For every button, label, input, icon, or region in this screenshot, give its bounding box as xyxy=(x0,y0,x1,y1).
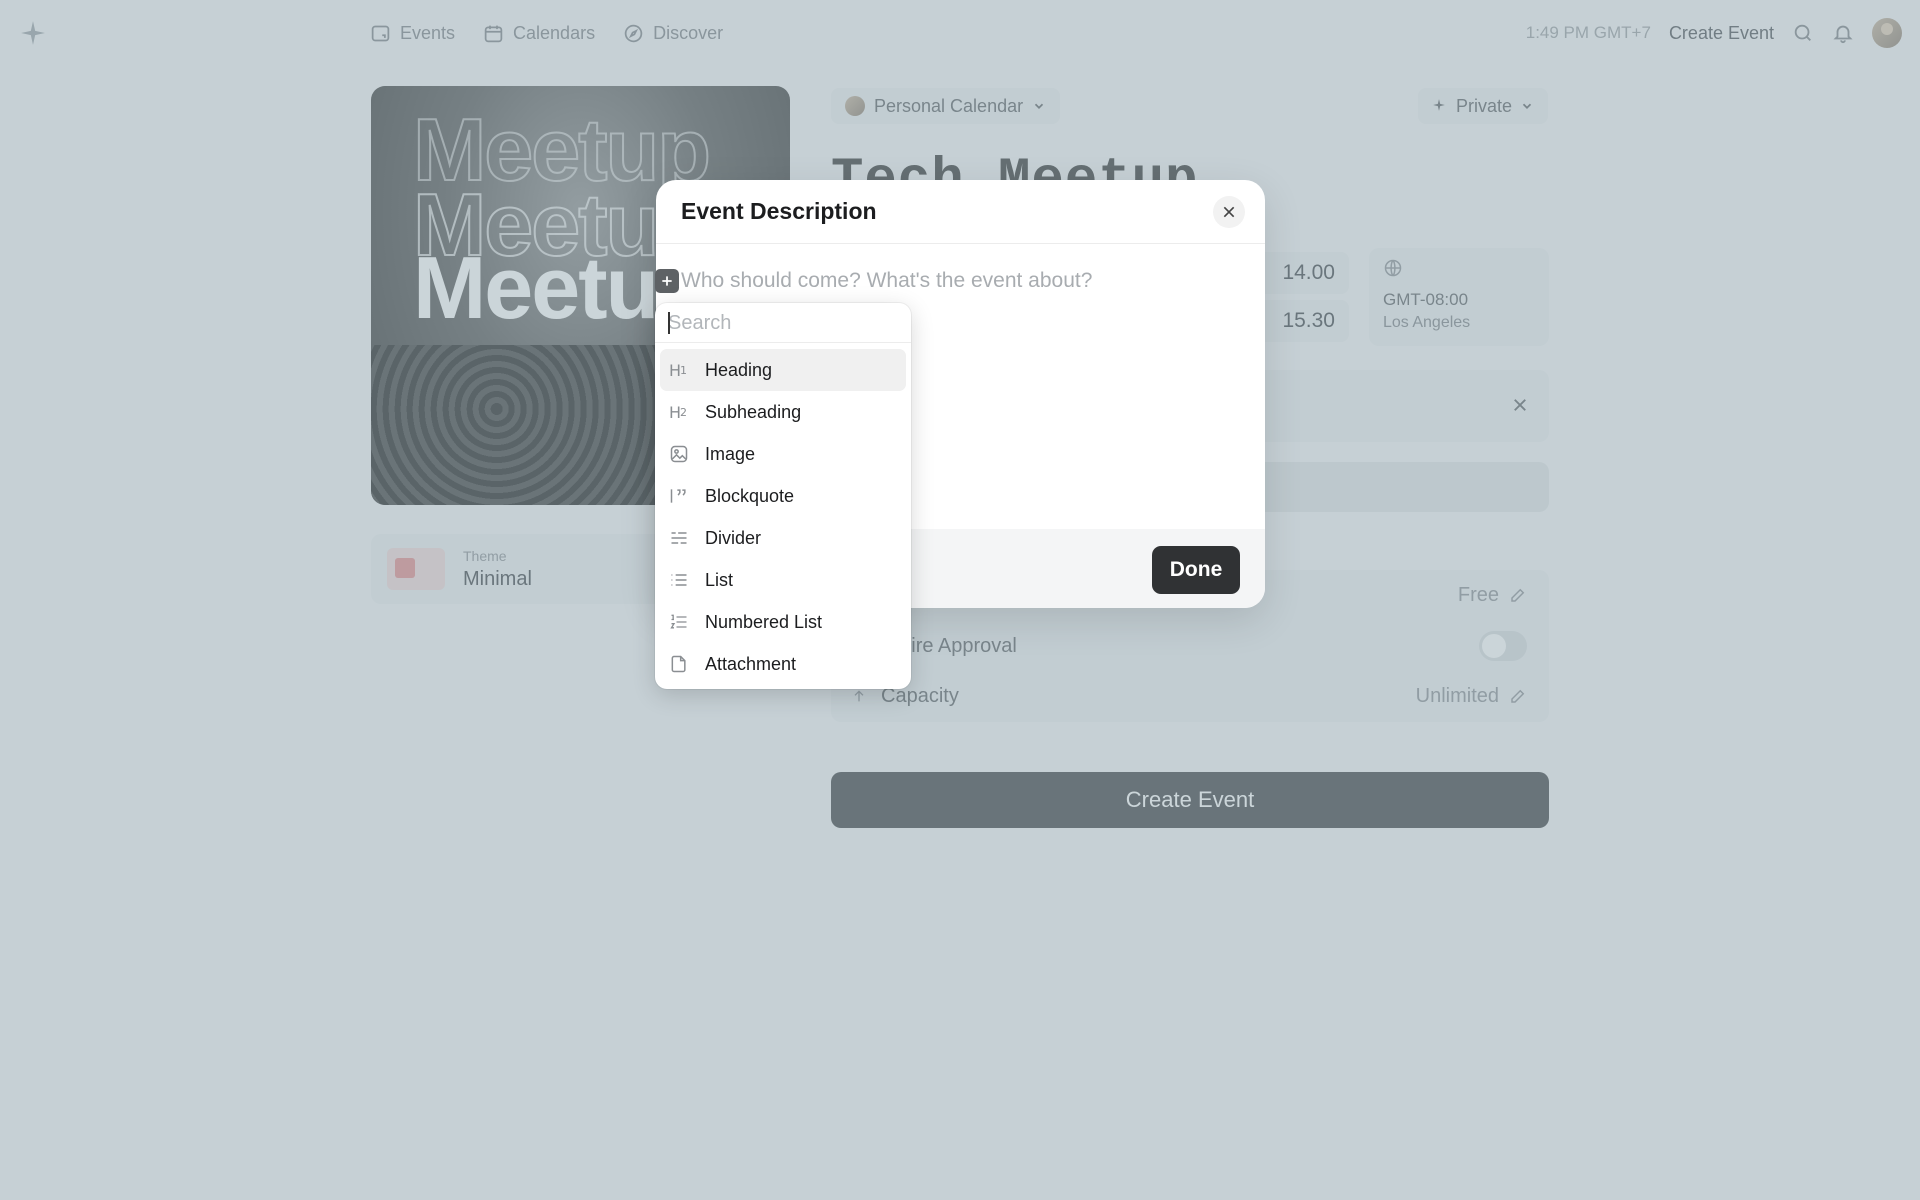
menu-item-attachment[interactable]: Attachment xyxy=(660,643,906,685)
menu-item-heading[interactable]: H1 Heading xyxy=(660,349,906,391)
menu-item-label: Image xyxy=(705,443,756,464)
text-caret xyxy=(668,312,670,334)
image-icon xyxy=(669,444,689,464)
menu-item-label: Divider xyxy=(705,527,762,548)
modal-header: Event Description xyxy=(656,180,1265,244)
attachment-icon xyxy=(669,654,689,674)
insert-block-menu: H1 Heading H2 Subheading Image Blockquot… xyxy=(655,303,911,689)
menu-item-label: Heading xyxy=(705,359,773,380)
menu-item-label: Blockquote xyxy=(705,485,795,506)
close-modal-button[interactable] xyxy=(1213,196,1245,228)
blockquote-icon xyxy=(669,486,689,506)
divider-icon xyxy=(669,528,689,548)
modal-title: Event Description xyxy=(681,198,877,224)
menu-item-image[interactable]: Image xyxy=(660,433,906,475)
menu-item-label: List xyxy=(705,569,734,590)
menu-search xyxy=(655,303,911,343)
menu-item-label: Subheading xyxy=(705,401,802,422)
menu-item-label: Attachment xyxy=(705,653,797,674)
list-icon xyxy=(669,570,689,590)
menu-list: H1 Heading H2 Subheading Image Blockquot… xyxy=(660,349,906,685)
menu-item-label: Numbered List xyxy=(705,611,823,632)
menu-item-list[interactable]: List xyxy=(660,559,906,601)
numbered-list-icon xyxy=(669,612,689,632)
plus-icon xyxy=(660,274,674,288)
editor-placeholder: Who should come? What's the event about? xyxy=(681,269,1093,292)
menu-item-subheading[interactable]: H2 Subheading xyxy=(660,391,906,433)
close-icon xyxy=(1221,204,1237,220)
heading2-icon: H2 xyxy=(669,402,687,422)
menu-item-divider[interactable]: Divider xyxy=(660,517,906,559)
add-block-button[interactable] xyxy=(655,269,679,293)
menu-item-numbered-list[interactable]: Numbered List xyxy=(660,601,906,643)
done-button[interactable]: Done xyxy=(1152,546,1240,594)
heading1-icon: H1 xyxy=(669,360,687,380)
menu-search-input[interactable] xyxy=(668,309,898,337)
menu-item-blockquote[interactable]: Blockquote xyxy=(660,475,906,517)
